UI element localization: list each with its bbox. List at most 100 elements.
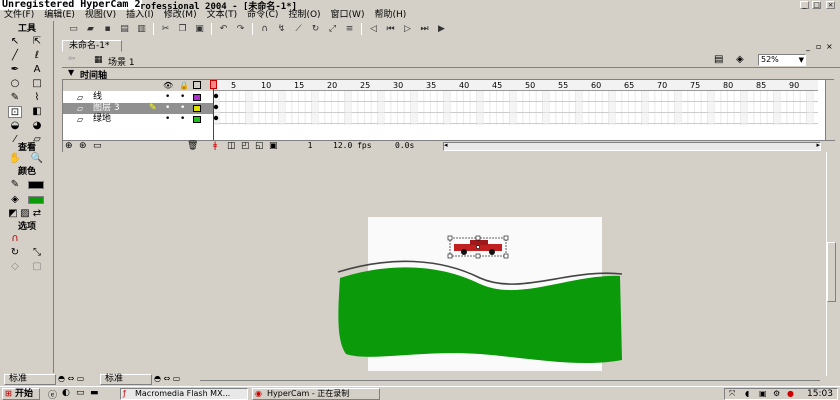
edit-scene-icon[interactable]: ▤ bbox=[714, 54, 723, 65]
doc-minimize-icon[interactable]: _ bbox=[806, 42, 810, 51]
lasso-tool-icon[interactable]: ℓ bbox=[30, 50, 44, 62]
scene-label[interactable]: 场景 1 bbox=[108, 55, 135, 68]
text-tool-icon[interactable]: A bbox=[30, 64, 44, 76]
menu-control[interactable]: 控制(O) bbox=[288, 10, 320, 21]
straighten-icon[interactable]: ⟋ bbox=[293, 24, 304, 35]
back-arrow-icon[interactable]: ⇦ bbox=[68, 54, 76, 64]
rotate-skew-icon[interactable]: ↻ bbox=[8, 247, 22, 259]
rectangle-tool-icon[interactable]: □ bbox=[30, 78, 44, 90]
minimize-button[interactable]: _ bbox=[800, 1, 809, 9]
onion-outline-icon[interactable]: ◰ bbox=[241, 141, 250, 151]
maximize-button[interactable]: □ bbox=[812, 1, 821, 9]
envelope-icon[interactable]: ▢ bbox=[30, 261, 44, 273]
transform-handle[interactable] bbox=[503, 235, 509, 241]
outline-icon[interactable] bbox=[193, 81, 201, 89]
visibility-dot[interactable]: • bbox=[165, 103, 170, 114]
green-field-shape[interactable] bbox=[338, 267, 622, 364]
keyframe[interactable] bbox=[213, 104, 219, 110]
line-tool-icon[interactable]: ╱ bbox=[8, 50, 22, 62]
menu-commands[interactable]: 命令(C) bbox=[247, 10, 278, 21]
menu-edit[interactable]: 编辑(E) bbox=[44, 10, 75, 21]
panel-icon[interactable]: ◓ ⇔ ▭ bbox=[58, 374, 84, 383]
network-icon[interactable]: ⤧ bbox=[729, 389, 735, 399]
quicklaunch-desktop-icon[interactable]: ▭ bbox=[76, 388, 85, 398]
fill-transform-tool-icon[interactable]: ◧ bbox=[30, 106, 44, 118]
transform-handle[interactable] bbox=[447, 253, 453, 259]
layer-name[interactable]: 绿地 bbox=[93, 114, 111, 125]
hand-tool-icon[interactable]: ✋ bbox=[8, 153, 22, 165]
onion-skin-icon[interactable]: ◫ bbox=[227, 141, 236, 151]
input-method-icon[interactable]: ▣ bbox=[759, 389, 767, 398]
visibility-dot[interactable]: • bbox=[165, 92, 170, 103]
tray-app-icon[interactable]: ⚙ bbox=[773, 389, 780, 398]
zoom-tool-icon[interactable]: 🔍 bbox=[30, 153, 44, 165]
add-guide-layer-icon[interactable]: ⊛ bbox=[79, 141, 87, 151]
layer-row-selected[interactable]: ▱ 图层 3 ✎ • • bbox=[63, 103, 213, 114]
fill-color-icon[interactable]: ◈ bbox=[8, 194, 22, 206]
brush-tool-icon[interactable]: ⌇ bbox=[30, 92, 44, 104]
layer-row[interactable]: ▱ 绿地 • • bbox=[63, 114, 213, 125]
frame-ruler[interactable]: 5 10 15 20 25 30 35 40 45 50 55 60 65 70… bbox=[213, 80, 818, 91]
quicklaunch-folder-icon[interactable]: ▬ bbox=[90, 388, 99, 398]
snap-magnet-icon[interactable]: ∩ bbox=[259, 24, 270, 35]
scroll-left-icon[interactable]: ◂ bbox=[444, 141, 448, 149]
transform-handle[interactable] bbox=[475, 235, 481, 241]
stroke-color-swatch[interactable] bbox=[28, 181, 44, 189]
stage-artwork[interactable] bbox=[330, 230, 630, 370]
taskbar-item-flash[interactable]: ƒ Macromedia Flash MX... bbox=[120, 388, 248, 400]
menu-text[interactable]: 文本(T) bbox=[207, 10, 238, 21]
start-button[interactable]: ⊞ 开始 bbox=[2, 388, 40, 400]
lock-icon[interactable]: 🔒 bbox=[179, 80, 189, 91]
rotate-icon[interactable]: ↻ bbox=[310, 24, 321, 35]
recording-icon[interactable]: ● bbox=[787, 389, 794, 398]
outline-color-swatch[interactable] bbox=[193, 105, 201, 112]
car-symbol[interactable] bbox=[447, 235, 509, 259]
copy-icon[interactable]: ❐ bbox=[177, 24, 188, 35]
redo-icon[interactable]: ↷ bbox=[235, 24, 246, 35]
pen-tool-icon[interactable]: ✒ bbox=[8, 64, 22, 76]
timeline-header[interactable]: ▼ 时间轴 bbox=[62, 68, 834, 81]
smooth-icon[interactable]: ↯ bbox=[276, 24, 287, 35]
edit-symbol-icon[interactable]: ◈ bbox=[736, 54, 744, 65]
playback-rewind-icon[interactable]: ◁ bbox=[368, 24, 379, 35]
lock-dot[interactable]: • bbox=[180, 103, 185, 114]
align-icon[interactable]: ≡ bbox=[344, 24, 355, 35]
pencil-tool-icon[interactable]: ✎ bbox=[8, 92, 22, 104]
outline-color-swatch[interactable] bbox=[193, 94, 201, 101]
document-tab[interactable]: 未命名-1* bbox=[62, 40, 122, 52]
modify-markers-icon[interactable]: ▣ bbox=[269, 141, 278, 151]
transform-handle[interactable] bbox=[503, 253, 509, 259]
keyframe[interactable] bbox=[213, 93, 219, 99]
panel-tab-standard[interactable]: 标准 bbox=[100, 374, 152, 385]
free-transform-tool-icon[interactable]: ⊡ bbox=[8, 106, 22, 118]
visibility-dot[interactable]: • bbox=[165, 114, 170, 125]
fill-color-swatch[interactable] bbox=[28, 196, 44, 204]
eye-icon[interactable]: 👁 bbox=[163, 80, 173, 91]
stroke-color-icon[interactable]: ✎ bbox=[8, 179, 22, 191]
paste-icon[interactable]: ▣ bbox=[194, 24, 205, 35]
insert-folder-icon[interactable]: ▭ bbox=[93, 141, 102, 151]
layer-row[interactable]: ▱ 线 • • bbox=[63, 92, 213, 103]
quicklaunch-media-icon[interactable]: ◐ bbox=[62, 388, 70, 398]
cut-icon[interactable]: ✂ bbox=[160, 24, 171, 35]
panel-icon[interactable]: ◓ ⇔ ▭ bbox=[154, 374, 180, 383]
ink-bottle-tool-icon[interactable]: ◒ bbox=[8, 120, 22, 132]
zoom-select[interactable]: 52% ▼ bbox=[758, 54, 806, 66]
print-preview-icon[interactable]: ▥ bbox=[136, 24, 147, 35]
stage-vscroll-thumb[interactable] bbox=[827, 242, 836, 302]
lock-dot[interactable]: • bbox=[180, 92, 185, 103]
menu-window[interactable]: 窗口(W) bbox=[331, 10, 365, 21]
scale-icon[interactable]: ⤢ bbox=[327, 24, 338, 35]
quicklaunch-ie-icon[interactable]: ⓔ bbox=[48, 388, 57, 400]
scale-option-icon[interactable]: ⤡ bbox=[30, 247, 44, 259]
print-icon[interactable]: ▤ bbox=[119, 24, 130, 35]
playhead[interactable] bbox=[213, 80, 214, 140]
menu-modify[interactable]: 修改(M) bbox=[164, 10, 197, 21]
open-folder-icon[interactable]: ▰ bbox=[85, 24, 96, 35]
timeline-vscroll[interactable] bbox=[825, 80, 834, 140]
subselect-tool-icon[interactable]: ⇱ bbox=[30, 36, 44, 48]
collapse-triangle-icon[interactable]: ▼ bbox=[68, 68, 74, 77]
edit-multiple-icon[interactable]: ◱ bbox=[255, 141, 264, 151]
oval-tool-icon[interactable]: ○ bbox=[8, 78, 22, 90]
scroll-right-icon[interactable]: ▸ bbox=[816, 141, 820, 149]
